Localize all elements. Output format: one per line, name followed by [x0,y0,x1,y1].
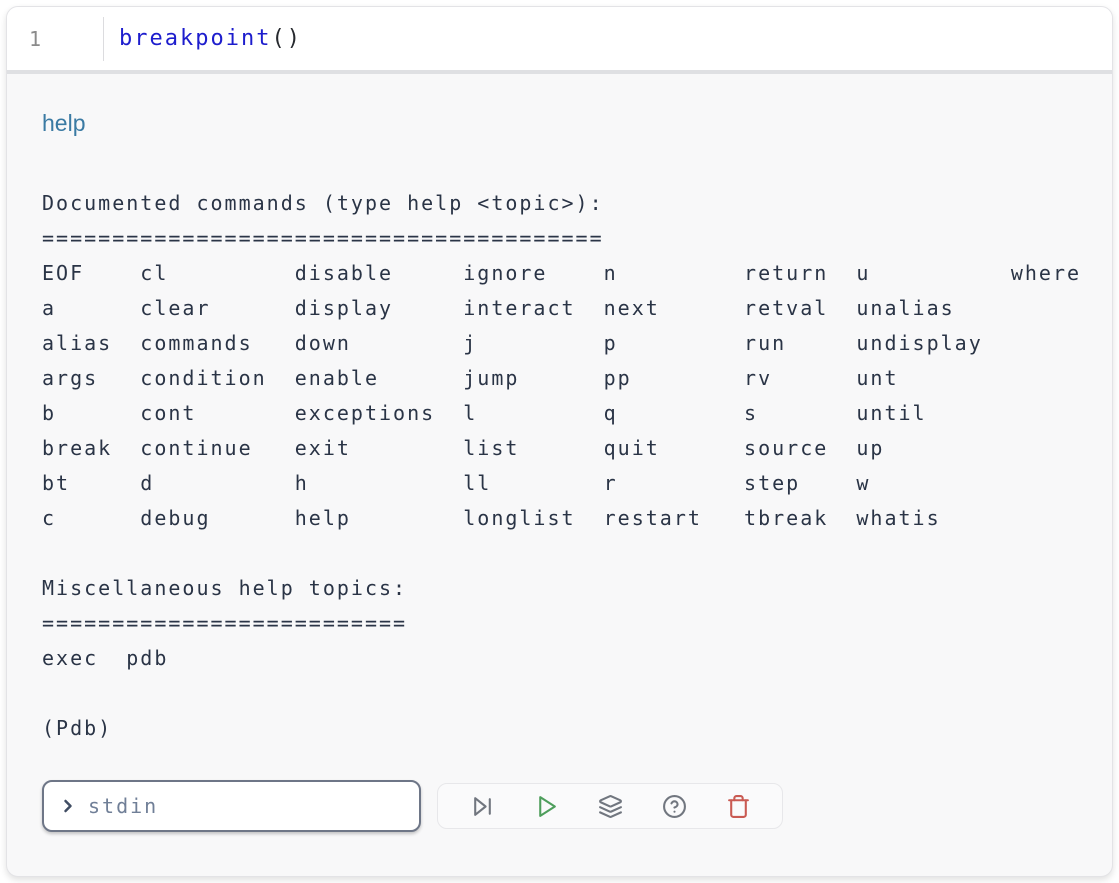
help-button[interactable] [654,786,694,826]
line-number: 1 [29,27,43,51]
play-icon [534,794,559,819]
code-editor[interactable]: 1 breakpoint() [7,7,1112,74]
layers-icon [598,794,623,819]
run-button[interactable] [526,786,566,826]
echoed-command: help [42,108,1082,138]
python-playground-widget: 1 breakpoint() help Documented commands … [6,6,1113,877]
gutter-divider [103,17,104,61]
output-panel: help Documented commands (type help <top… [7,74,1112,832]
trash-icon [726,794,751,819]
code-line[interactable]: breakpoint() [119,26,302,51]
clear-button[interactable] [718,786,758,826]
code-function-token: breakpoint [119,26,271,51]
controls-row [42,780,1082,832]
line-number-gutter: 1 [7,7,103,70]
toolbar [437,783,783,829]
stdin-input[interactable] [88,794,407,818]
code-parens-token: () [271,26,302,51]
skip-forward-icon [470,794,495,819]
help-circle-icon [662,794,687,819]
stack-button[interactable] [590,786,630,826]
skip-to-end-button[interactable] [462,786,502,826]
chevron-right-icon [58,796,78,816]
console-output: Documented commands (type help <topic>):… [42,186,1082,746]
stdin-inputbox[interactable] [42,780,421,832]
